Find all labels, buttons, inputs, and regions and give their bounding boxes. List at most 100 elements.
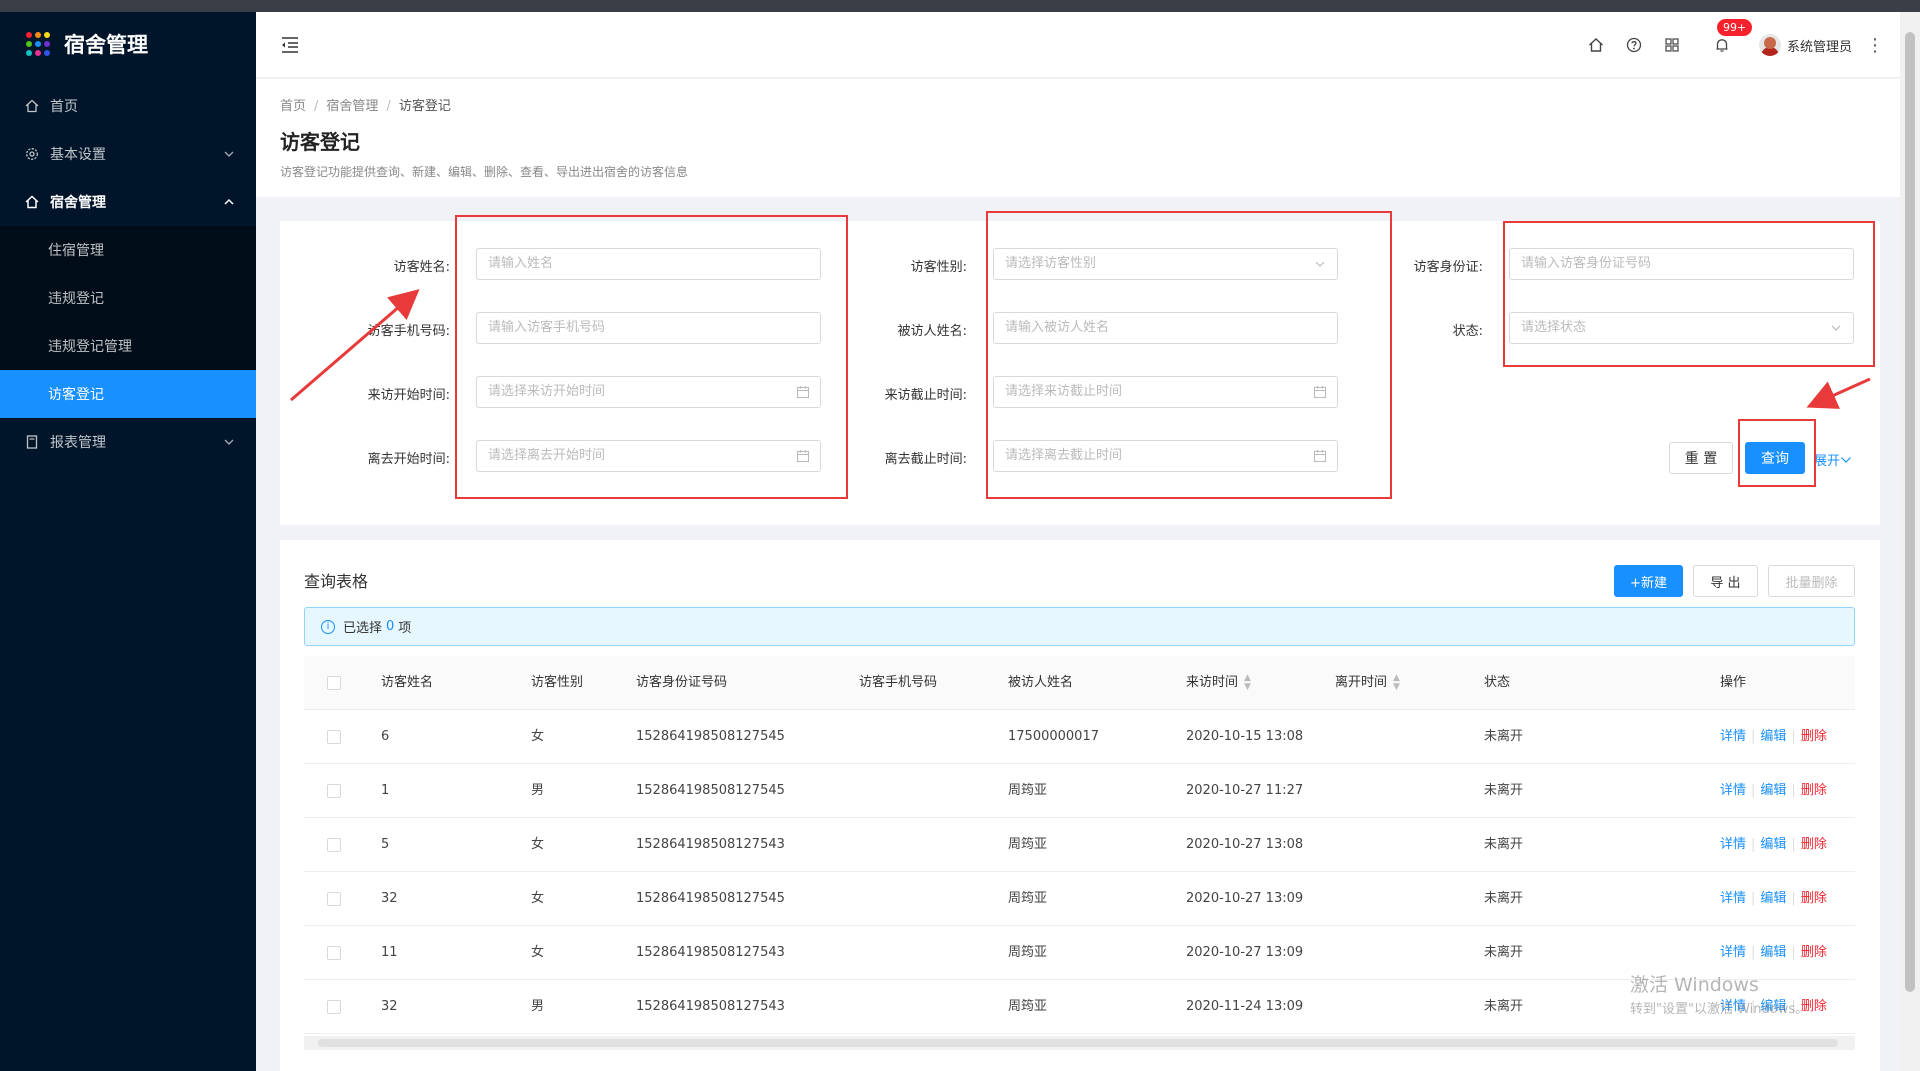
col-actions: 操作 [1720,675,1747,690]
visitor-name-label: 访客姓名: [393,260,450,275]
sidebar-item-reports[interactable]: 报表管理 [0,418,256,466]
action-separator: | [1791,945,1796,960]
breadcrumb-home[interactable]: 首页 [280,99,306,114]
visitor-gender-label: 访客性别: [910,260,967,275]
table-row: 32 男 152864198508127543 周筠亚 2020-11-24 13:09… [304,980,1855,1034]
more-vertical-icon[interactable]: ⋮ [1866,35,1884,56]
action-separator: | [1751,729,1756,744]
cell-visitor-gender: 男 [531,999,545,1014]
col-visited-name: 被访人姓名 [1008,675,1074,690]
col-leave-time-label: 离开时间 [1335,675,1388,690]
sidebar-item-dorm-management[interactable]: 宿舍管理 [0,178,256,226]
delete-link[interactable]: 删除 [1801,945,1827,960]
col-leave-time[interactable]: 离开时间 ▲ ▼ [1335,656,1400,710]
new-button[interactable]: +新建 [1614,565,1683,597]
cell-visit-time: 2020-10-27 13:09 [1186,891,1304,906]
dorm-submenu: 住宿管理 违规登记 违规登记管理 访客登记 [0,226,256,418]
cell-visitor-name: 11 [381,945,398,960]
page-title: 访客登记 [280,130,360,154]
batch-delete-button[interactable]: 批量删除 [1768,565,1855,597]
annotation-box-col2 [986,211,1392,499]
cell-visit-time: 2020-10-15 13:08 [1186,729,1304,744]
reset-button[interactable]: 重 置 [1669,442,1733,474]
row-checkbox[interactable] [327,730,341,744]
sidebar-item-basic-settings[interactable]: 基本设置 [0,130,256,178]
detail-link[interactable]: 详情 [1720,783,1746,798]
table-horizontal-scrollbar[interactable] [304,1036,1855,1050]
cell-visited-name: 周筠亚 [1008,945,1048,960]
row-checkbox[interactable] [327,784,341,798]
user-name[interactable]: 系统管理员 [1787,36,1852,55]
cell-status: 未离开 [1484,945,1524,960]
sidebar-item-label: 违规登记管理 [48,339,132,355]
sidebar-item-label: 访客登记 [48,387,104,403]
cell-status: 未离开 [1484,783,1524,798]
sidebar-menu: 首页 基本设置 宿舍管理 住宿管理 违规登记 违规登记管理 访客登记 报表管理 [0,82,256,466]
col-visitor-phone: 访客手机号码 [859,675,938,690]
select-all-checkbox[interactable] [327,676,341,690]
visited-name-label: 被访人姓名: [897,324,967,339]
action-separator: | [1791,729,1796,744]
col-visit-time[interactable]: 来访时间 ▲ ▼ [1186,656,1251,710]
action-separator: | [1791,783,1796,798]
edit-link[interactable]: 编辑 [1760,891,1786,906]
row-checkbox[interactable] [327,1000,341,1014]
cell-visited-name: 周筠亚 [1008,999,1048,1014]
home-icon[interactable] [1587,36,1605,54]
detail-link[interactable]: 详情 [1720,837,1746,852]
delete-link[interactable]: 删除 [1801,729,1827,744]
sidebar-item-label: 报表管理 [50,435,106,451]
table-row: 1 男 152864198508127545 周筠亚 2020-10-27 11:27 未… [304,764,1855,818]
page-scrollbar[interactable] [1900,12,1920,1071]
sidebar-item-violation-manage[interactable]: 违规登记管理 [0,322,256,370]
help-icon[interactable] [1625,36,1643,54]
detail-link[interactable]: 详情 [1720,891,1746,906]
cell-visitor-gender: 女 [531,729,545,744]
detail-link[interactable]: 详情 [1720,729,1746,744]
edit-link[interactable]: 编辑 [1760,837,1786,852]
header-actions: 99+ 系统管理员 ⋮ [1577,12,1884,78]
row-checkbox[interactable] [327,946,341,960]
cell-visitor-id: 152864198508127543 [636,999,785,1014]
sidebar-item-label: 宿舍管理 [50,195,106,211]
browser-top-strip [0,0,1920,12]
home-icon [24,194,40,210]
breadcrumb: 首页 / 宿舍管理 / 访客登记 [280,99,451,114]
export-button[interactable]: 导 出 [1693,565,1758,597]
delete-link[interactable]: 删除 [1801,837,1827,852]
avatar[interactable] [1758,34,1781,56]
detail-link[interactable]: 详情 [1720,945,1746,960]
row-checkbox[interactable] [327,838,341,852]
edit-link[interactable]: 编辑 [1760,783,1786,798]
table-title: 查询表格 [304,572,369,591]
row-actions: 详情 | 编辑 | 删除 [1720,764,1827,818]
bell-icon[interactable]: 99+ [1713,19,1753,54]
selected-count: 0 [386,619,395,634]
sidebar-item-violation-register[interactable]: 违规登记 [0,274,256,322]
visitor-phone-label: 访客手机号码: [367,324,450,339]
sidebar-item-label: 住宿管理 [48,243,104,259]
sidebar-item-home[interactable]: 首页 [0,82,256,130]
menu-fold-icon[interactable] [280,36,300,54]
sidebar-item-label: 违规登记 [48,291,104,307]
cell-visit-time: 2020-10-27 11:27 [1186,783,1304,798]
breadcrumb-dorm[interactable]: 宿舍管理 [326,99,378,114]
notification-badge: 99+ [1716,19,1753,36]
sidebar-item-visitor-register[interactable]: 访客登记 [0,370,256,418]
cell-visited-name: 周筠亚 [1008,783,1048,798]
leave-end-label: 离去截止时间: [884,452,967,467]
edit-link[interactable]: 编辑 [1760,945,1786,960]
cell-visitor-name: 32 [381,891,398,906]
delete-link[interactable]: 删除 [1801,891,1827,906]
cell-visitor-id: 152864198508127545 [636,783,785,798]
selected-prefix: 已选择 [343,621,383,636]
delete-link[interactable]: 删除 [1801,783,1827,798]
grid-icon[interactable] [1663,36,1681,54]
row-checkbox[interactable] [327,892,341,906]
logo[interactable]: 宿舍管理 [0,12,256,76]
sidebar-item-accommodation[interactable]: 住宿管理 [0,226,256,274]
cell-visit-time: 2020-10-27 13:09 [1186,945,1304,960]
edit-link[interactable]: 编辑 [1760,729,1786,744]
expand-toggle[interactable]: 展开 [1814,450,1852,469]
annotation-box-col3 [1503,221,1875,367]
